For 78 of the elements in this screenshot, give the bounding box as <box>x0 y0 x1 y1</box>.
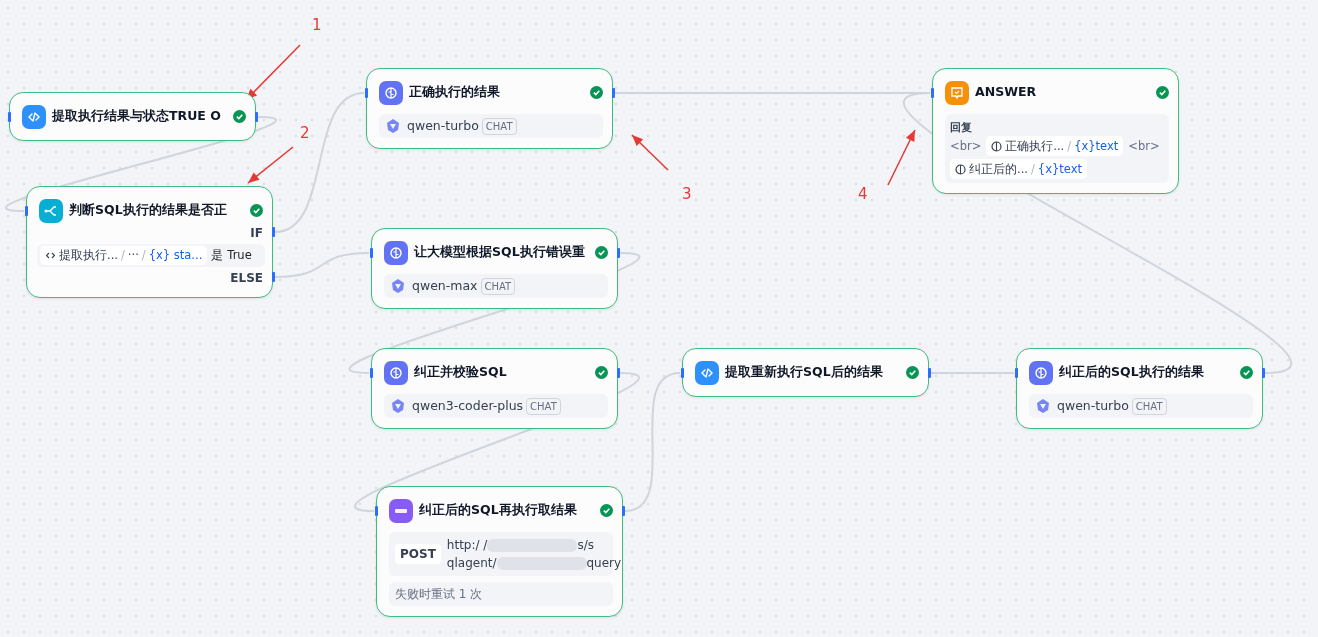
port-handle[interactable] <box>930 88 934 98</box>
node-title: 提取执行结果与状态TRUE O <box>52 107 222 126</box>
mode-tag: CHAT <box>481 117 517 135</box>
node-title: 提取重新执行SQL后的结果 <box>725 363 884 382</box>
port-handle[interactable] <box>1261 368 1265 378</box>
code-icon <box>22 104 46 129</box>
reference-text: / <box>1030 161 1035 178</box>
annotation-number: 3 <box>682 184 692 205</box>
model-logo-icon <box>385 118 401 134</box>
port-handle[interactable] <box>364 88 368 98</box>
model-selector[interactable]: qwen-turbo CHAT <box>379 114 603 138</box>
port-handle[interactable] <box>374 506 378 516</box>
chat-reply-icon <box>945 80 969 105</box>
reference-text: 纠正后的... <box>969 161 1028 178</box>
model-name: qwen-max <box>412 276 478 295</box>
retry-text: 失败时重试 1 次 <box>389 582 613 606</box>
reference-text: 正确执行... <box>1005 138 1065 155</box>
reference-text: ··· <box>127 247 139 264</box>
model-name: qwen-turbo <box>1057 396 1129 415</box>
markup-text: <br> <box>950 138 982 155</box>
port-handle[interactable] <box>927 368 931 378</box>
mode-tag: CHAT <box>526 397 561 415</box>
annotation-arrow <box>631 134 669 171</box>
port-handle[interactable] <box>621 506 625 516</box>
reference-text: {x} sta... <box>148 247 203 264</box>
node-title: 判断SQL执行的结果是否正 <box>69 201 228 220</box>
model-selector[interactable]: qwen3-coder-plus CHAT <box>384 394 608 418</box>
model-name: qwen-turbo <box>407 116 479 135</box>
branch-label: IF <box>250 225 263 242</box>
annotation-number: 4 <box>858 184 868 205</box>
reference-text: / <box>141 247 146 264</box>
url-text: query <box>586 556 622 570</box>
url-text: s/s <box>577 538 594 552</box>
port-handle[interactable] <box>1014 368 1018 378</box>
method-tag: POST <box>395 544 441 564</box>
branch-label: ELSE <box>230 270 263 288</box>
reference-text: / <box>120 247 125 264</box>
annotation-number: 2 <box>300 123 310 144</box>
port-handle[interactable] <box>369 368 373 378</box>
url-text: http:/ / <box>446 538 488 552</box>
model-logo-icon <box>1035 398 1051 414</box>
port-handle[interactable] <box>616 368 620 378</box>
port-handle[interactable] <box>271 227 275 237</box>
reference-text: / <box>1067 138 1072 155</box>
variable-text: {x}text <box>1037 161 1082 178</box>
node-title: 正确执行的结果 <box>409 83 501 102</box>
annotation-arrow <box>887 129 916 186</box>
variable-text: {x}text <box>1074 138 1119 155</box>
model-selector[interactable]: qwen-turbo CHAT <box>1029 394 1253 418</box>
port-handle[interactable] <box>24 206 28 216</box>
node-title: 让大模型根据SQL执行错误重 <box>414 243 586 262</box>
branch-icon <box>39 198 63 223</box>
model-logo-icon <box>390 398 406 414</box>
mode-tag: CHAT <box>1131 397 1167 415</box>
port-handle[interactable] <box>369 248 373 258</box>
node-title: ANSWER <box>975 83 1038 102</box>
port-handle[interactable] <box>611 88 615 98</box>
condition-value: True <box>227 247 252 264</box>
port-handle[interactable] <box>271 272 275 282</box>
port-handle[interactable] <box>616 248 620 258</box>
port-handle[interactable] <box>7 112 11 122</box>
url-text: qlagent/ <box>446 556 497 570</box>
model-selector[interactable]: qwen-max CHAT <box>384 274 608 298</box>
port-handle[interactable] <box>254 112 258 122</box>
model-name: qwen3-coder-plus <box>412 396 524 415</box>
markup-text: <br> <box>1128 138 1160 155</box>
annotation-arrow <box>247 146 294 184</box>
node-title: 纠正后的SQL执行的结果 <box>1059 363 1205 382</box>
field-label: 回复 <box>950 120 973 135</box>
port-handle[interactable] <box>680 368 684 378</box>
code-icon <box>695 360 719 385</box>
node-title: 纠正后的SQL再执行取结果 <box>419 501 578 520</box>
node-title: 纠正并校验SQL <box>414 363 508 382</box>
model-logo-icon <box>390 278 406 294</box>
annotation-number: 1 <box>312 15 322 36</box>
operator-text: 是 <box>211 247 224 264</box>
mode-tag: CHAT <box>480 277 516 295</box>
reference-text: 提取执行... <box>59 247 118 264</box>
